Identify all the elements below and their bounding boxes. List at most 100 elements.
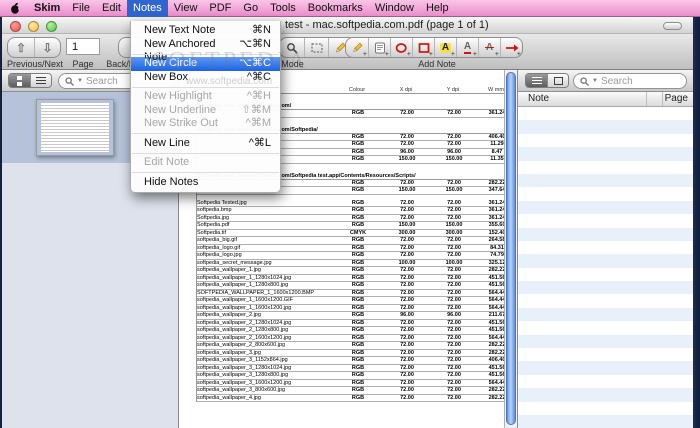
- strike-out-note-icon[interactable]: A: [478, 38, 500, 57]
- search-scope-chevron-icon: ▼: [77, 78, 83, 84]
- text-note-icon[interactable]: [346, 38, 368, 57]
- notes-panel-header: ▼ Search: [518, 70, 694, 92]
- apple-menu-icon[interactable]: [0, 2, 28, 15]
- menubar-item-skim[interactable]: Skim: [28, 0, 66, 17]
- pdf-table-row: softpedia_logo.gifRGB72.0072.0084.31: [197, 245, 512, 253]
- pdf-table-row: Softpedia.jpgRGB72.0072.00361.24: [197, 215, 512, 223]
- toolbar: ⇧ ⇩ Previous/Next Page Back/Forward ▼ To…: [2, 34, 693, 70]
- page-column-header[interactable]: Page: [665, 93, 688, 104]
- notes-search-field[interactable]: ▼ Search: [573, 73, 687, 89]
- pdf-table-row: softpedia_wallpaper_1_1280x1024.jpgRGB72…: [197, 275, 512, 283]
- line-note-icon[interactable]: [500, 38, 522, 57]
- pdf-table-row: softpedia_wallpaper_3_1280x800.jpgRGB72.…: [197, 372, 512, 380]
- notes-list-row: [518, 254, 694, 267]
- note-list-view-button[interactable]: [526, 74, 547, 87]
- menu-item-new-box[interactable]: New Box^⌘C: [131, 71, 280, 85]
- menu-separator: [131, 150, 280, 156]
- notes-list[interactable]: [518, 107, 694, 428]
- notes-list-row: [518, 335, 694, 348]
- menubar-item-file[interactable]: File: [66, 0, 96, 17]
- pdf-table-row: softpedia_wallpaper_1.jpgRGB72.0072.0028…: [197, 267, 512, 275]
- notes-menu: New Text Note⌘NNew Anchored Note⌥⌘N New C…: [130, 21, 281, 193]
- pdf-scrollbar-thumb[interactable]: [506, 72, 516, 425]
- note-column-header[interactable]: Note: [528, 93, 549, 104]
- pdf-table-row: softpedia_wallpaper_2_1280x1024.jpgRGB72…: [197, 320, 512, 328]
- notes-list-row: [518, 174, 694, 187]
- notes-panel: ▼ Search Note Page: [517, 70, 693, 428]
- pdf-table-row: softpedia_wallpaper_2_800x600.jpgRGB72.0…: [197, 342, 512, 350]
- pdf-column-header: X dpi: [385, 87, 427, 93]
- previous-next-group: ⇧ ⇩: [7, 37, 61, 58]
- pdf-table-row: softpedia_wallpaper_1_1600x1200.GIFRGB72…: [197, 297, 512, 305]
- menubar-item-notes[interactable]: Notes: [127, 0, 168, 17]
- notes-list-row: [518, 268, 694, 281]
- thumbnail-view-icon: [17, 76, 22, 80]
- pdf-table-row: softpedia_wallpaper_1_1280x800.jpgRGB72.…: [197, 282, 512, 290]
- magnifier-icon: [286, 42, 298, 54]
- note-list-icon: [532, 77, 542, 79]
- minimize-button[interactable]: [28, 21, 39, 32]
- underline-A-glyph: A: [464, 42, 471, 54]
- column-divider[interactable]: [662, 92, 663, 106]
- menu-item-new-anchored-note[interactable]: New Anchored Note⌥⌘N: [131, 38, 280, 52]
- notes-list-row: [518, 107, 694, 120]
- pdf-column-header: Y dpi: [427, 87, 479, 93]
- menu-separator: [131, 51, 280, 57]
- menu-item-new-circle[interactable]: New Circle⌥⌘C: [131, 57, 280, 71]
- selection-icon: [311, 42, 323, 54]
- notes-list-row: [518, 402, 694, 415]
- pdf-table-row: Softpedia Tested.jpgRGB72.0072.00361.24: [197, 200, 512, 208]
- menu-separator: [131, 84, 280, 90]
- anchored-note-icon[interactable]: [368, 38, 390, 57]
- sidebar-search-placeholder: Search: [86, 76, 118, 87]
- menubar-item-tools[interactable]: Tools: [264, 0, 302, 17]
- close-button[interactable]: [10, 21, 21, 32]
- select-tool-button[interactable]: [304, 38, 328, 57]
- column-divider[interactable]: [646, 92, 647, 106]
- magnify-tool-button[interactable]: [280, 38, 304, 57]
- notes-search-placeholder: Search: [601, 76, 633, 87]
- notes-list-row: [518, 321, 694, 334]
- screen: SkimFileEditNotesViewPDFGoToolsBookmarks…: [0, 0, 700, 428]
- menu-item-new-text-note[interactable]: New Text Note⌘N: [131, 24, 280, 38]
- box-note-icon[interactable]: [412, 38, 434, 57]
- page-number-field[interactable]: [66, 38, 100, 55]
- snapshot-icon: [554, 77, 563, 85]
- menu-separator: [131, 131, 280, 137]
- toolbar-toggle-button[interactable]: [663, 22, 682, 30]
- strike-A-glyph: A: [486, 43, 493, 53]
- notes-list-row: [518, 361, 694, 374]
- pdf-table-row: softpedia_wallpaper_3_1280x1024.jpgRGB72…: [197, 365, 512, 373]
- menubar-item-view[interactable]: View: [168, 0, 204, 17]
- menubar-item-edit[interactable]: Edit: [96, 0, 127, 17]
- notes-list-row: [518, 214, 694, 227]
- menu-item-new-line[interactable]: New Line^⌘L: [131, 137, 280, 151]
- pdf-table-row: softpedia_wallpaper_3_1152x864.jpgRGB72.…: [197, 357, 512, 365]
- menubar-item-help[interactable]: Help: [420, 0, 455, 17]
- notes-list-row: [518, 415, 694, 428]
- menubar-item-window[interactable]: Window: [369, 0, 420, 17]
- menubar-item-pdf[interactable]: PDF: [203, 0, 237, 17]
- notes-list-row: [518, 375, 694, 388]
- thumbnail-view-button[interactable]: [9, 74, 30, 87]
- window-controls: [10, 21, 57, 32]
- menubar-items: SkimFileEditNotesViewPDFGoToolsBookmarks…: [28, 0, 455, 17]
- outline-view-button[interactable]: [30, 74, 51, 87]
- page-thumbnail[interactable]: [36, 99, 114, 156]
- menu-item-hide-notes[interactable]: Hide Notes: [131, 176, 280, 190]
- add-note-group: A A A: [345, 37, 523, 58]
- pdf-table-row: softpedia_wallpaper_1_1600x1200.jpgRGB72…: [197, 305, 512, 313]
- circle-note-icon[interactable]: [390, 38, 412, 57]
- desktop-edge: [693, 17, 700, 428]
- snapshot-view-button[interactable]: [547, 74, 568, 87]
- zoom-button[interactable]: [46, 21, 57, 32]
- underline-note-icon[interactable]: A: [456, 38, 478, 57]
- highlight-note-icon[interactable]: A: [434, 38, 456, 57]
- pdf-table-row: softpedia_wallpaper_2_1280x800.jpgRGB72.…: [197, 327, 512, 335]
- menubar-item-go[interactable]: Go: [237, 0, 264, 17]
- notes-list-row: [518, 294, 694, 307]
- next-page-button[interactable]: ⇩: [34, 38, 60, 57]
- previous-page-button[interactable]: ⇧: [8, 38, 34, 57]
- notes-list-row: [518, 120, 694, 133]
- menubar-item-bookmarks[interactable]: Bookmarks: [302, 0, 369, 17]
